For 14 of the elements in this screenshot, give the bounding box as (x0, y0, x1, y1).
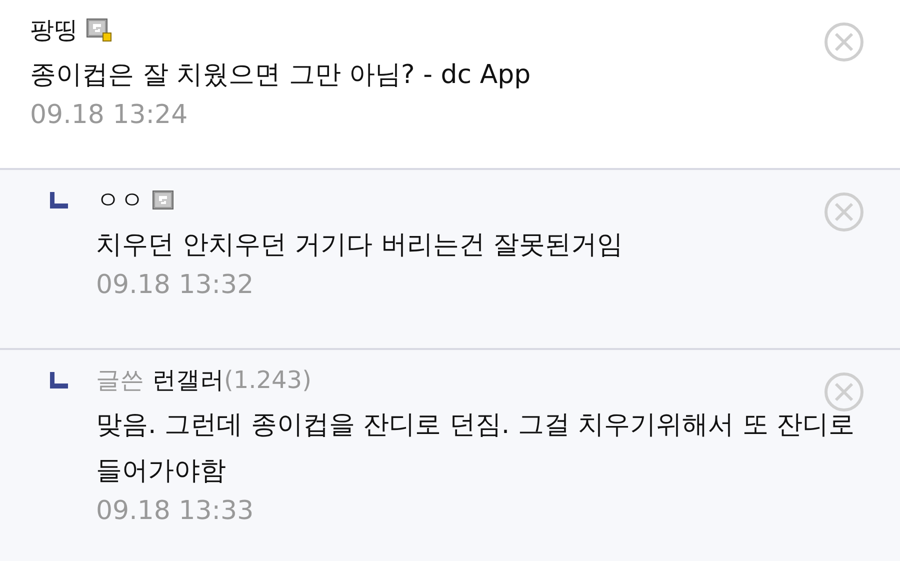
delete-icon[interactable] (824, 192, 864, 232)
comment-time: 09.18 13:32 (96, 270, 255, 300)
comment-text: 맞음. 그런데 종이컵을 잔디로 던짐. 그걸 치우기위해서 또 잔디로 들어가야함 (96, 409, 856, 488)
delete-icon[interactable] (824, 22, 864, 62)
author-name: 런갤러 (152, 365, 224, 396)
delete-icon[interactable] (824, 372, 864, 412)
comment-time: 09.18 13:33 (96, 496, 255, 526)
comment-text: 치우던 안치우던 거기다 버리는건 잘못된거임 (96, 229, 624, 262)
author-name: ㅇㅇ (96, 185, 144, 216)
comment-text: 종이컵은 잘 치웠으면 그만 아님? - dc App (30, 59, 532, 92)
writer-tag: 글쓴 (96, 364, 144, 396)
ip-address: (1.243) (224, 366, 312, 394)
author-name: 팡띵 (30, 15, 78, 46)
comment-time: 09.18 13:24 (30, 100, 189, 130)
